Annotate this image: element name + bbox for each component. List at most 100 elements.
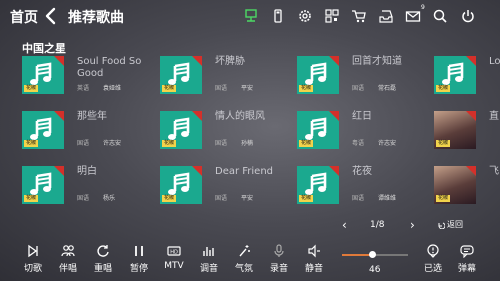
settings-icon[interactable]: [297, 8, 313, 24]
song-thumbnail: 花椒: [22, 111, 64, 149]
control-bar: 46 切歌 伴唱 重唱 暂停 HD MTV 调音 气氛 录音 静音 已选 弹幕: [0, 238, 500, 281]
selected-button[interactable]: 已选: [418, 244, 448, 274]
atmosphere-icon: [239, 245, 250, 257]
search-icon[interactable]: [432, 8, 448, 24]
svg-text:HD: HD: [170, 250, 178, 256]
song-name: 飞: [489, 166, 499, 177]
song-meta: 国语 谭维维: [352, 193, 396, 202]
next-page-button[interactable]: ›: [410, 218, 415, 232]
mute-button[interactable]: 静音: [299, 244, 329, 274]
control-label: 已选: [423, 264, 442, 274]
pager: ‹ 1/8 ›: [340, 218, 420, 234]
song-meta: [489, 83, 500, 90]
song-name: 花夜: [352, 166, 372, 177]
song-name: 情人的眼风: [215, 111, 265, 122]
song-meta: 国语 常石磊: [352, 83, 396, 92]
song-tag: 花椒: [24, 85, 39, 92]
song-card[interactable]: 花椒 红日 粤语 许志安: [297, 111, 430, 155]
duet-button[interactable]: 伴唱: [53, 244, 83, 274]
control-label: 调音: [199, 264, 218, 274]
song-card[interactable]: 花椒 明白国语 杨乐: [22, 166, 155, 210]
song-card[interactable]: 花椒 那些年 国语 许志安: [22, 111, 155, 155]
control-label: 气氛: [234, 264, 253, 274]
song-meta: 国语 许志安: [77, 138, 121, 147]
volume-knob[interactable]: [369, 251, 377, 258]
back-chevron-icon[interactable]: [44, 7, 58, 25]
hd-button[interactable]: HD MTV: [159, 244, 189, 271]
return-button[interactable]: 返回: [437, 219, 463, 230]
corner-badge: [466, 111, 476, 121]
song-thumbnail: 花椒: [160, 56, 202, 94]
control-label: MTV: [164, 261, 184, 271]
control-label: 录音: [269, 264, 288, 274]
song-singer: 许志安: [378, 140, 397, 147]
song-card[interactable]: 花椒 直: [434, 111, 500, 155]
song-tag: 花椒: [299, 195, 314, 202]
equalizer-button[interactable]: 调音: [194, 244, 224, 274]
song-card[interactable]: 花椒 Soul Food So Good 英语 袁娅维: [22, 56, 155, 100]
song-card[interactable]: 花椒 Lo: [434, 56, 500, 100]
song-name: 明白: [77, 166, 97, 177]
section-title: 中国之星: [22, 42, 66, 55]
song-singer: 平安: [241, 85, 254, 92]
atmosphere-button[interactable]: 气氛: [229, 244, 259, 274]
control-label: 弹幕: [457, 264, 476, 274]
corner-badge: [54, 111, 64, 121]
home-link[interactable]: 首页: [10, 7, 38, 27]
song-tag: 花椒: [162, 195, 177, 202]
song-card[interactable]: 花椒 坏脾胁 国语 平安: [160, 56, 293, 100]
return-arrow-icon: [438, 222, 446, 229]
song-thumbnail: 花椒: [160, 166, 202, 204]
song-name: Lo: [489, 56, 500, 67]
power-icon[interactable]: [460, 8, 476, 24]
song-tag: 花椒: [436, 85, 451, 92]
song-name: Dear Friend: [215, 166, 274, 177]
song-tag: 花椒: [24, 195, 39, 202]
volume-fill: [342, 254, 373, 256]
song-tag: 花椒: [162, 140, 177, 147]
song-card[interactable]: 花椒 Dear Friend 国语 平安: [160, 166, 293, 210]
song-thumbnail: 花椒: [434, 166, 476, 204]
song-language: 国语: [77, 195, 90, 202]
inbox-icon[interactable]: [378, 8, 394, 24]
song-thumbnail: 花椒: [160, 111, 202, 149]
song-singer: 常石磊: [378, 85, 397, 92]
song-singer: 袁娅维: [103, 85, 122, 92]
song-language: 国语: [352, 85, 365, 92]
prev-page-button[interactable]: ‹: [342, 218, 347, 232]
song-card[interactable]: 花椒 情人的眼风国语 孙楠: [160, 111, 293, 155]
microphone-button[interactable]: 录音: [264, 244, 294, 274]
song-language: 英语: [77, 85, 90, 92]
song-card[interactable]: 花椒 花夜国语 谭维维: [297, 166, 430, 210]
song-card[interactable]: 花椒 飞: [434, 166, 500, 210]
cart-icon[interactable]: [351, 8, 367, 24]
microphone-icon: [274, 244, 284, 257]
song-singer: 孙楠: [241, 140, 254, 147]
volume-slider[interactable]: [342, 251, 408, 258]
corner-badge: [192, 166, 202, 176]
bullet-comment-button[interactable]: 弹幕: [452, 244, 482, 274]
usb-icon[interactable]: [270, 8, 286, 24]
replay-button[interactable]: 重唱: [88, 244, 118, 274]
song-meta: 国语 孙楠: [215, 138, 253, 147]
song-thumbnail: 花椒: [434, 111, 476, 149]
song-tag: 花椒: [436, 195, 451, 202]
song-singer: 谭维维: [378, 195, 397, 202]
song-singer: 杨乐: [103, 195, 116, 202]
mail-icon[interactable]: [405, 8, 421, 24]
network-icon[interactable]: [243, 8, 259, 24]
control-label: 切歌: [23, 264, 42, 274]
song-meta: [489, 138, 500, 145]
song-thumbnail: 花椒: [434, 56, 476, 94]
control-label: 重唱: [93, 264, 112, 274]
song-meta: 粤语 许志安: [352, 138, 396, 147]
selected-icon: [427, 244, 439, 258]
pause-button[interactable]: 暂停: [124, 244, 154, 274]
bullet-comment-icon: [460, 245, 474, 258]
song-name: Soul Food So Good: [77, 56, 142, 79]
song-language: 国语: [352, 195, 365, 202]
skip-button[interactable]: 切歌: [18, 244, 48, 274]
song-singer: 许志安: [103, 140, 122, 147]
qr-code-icon[interactable]: [324, 8, 340, 24]
song-card[interactable]: 花椒 回首才知道 国语 常石磊: [297, 56, 430, 100]
